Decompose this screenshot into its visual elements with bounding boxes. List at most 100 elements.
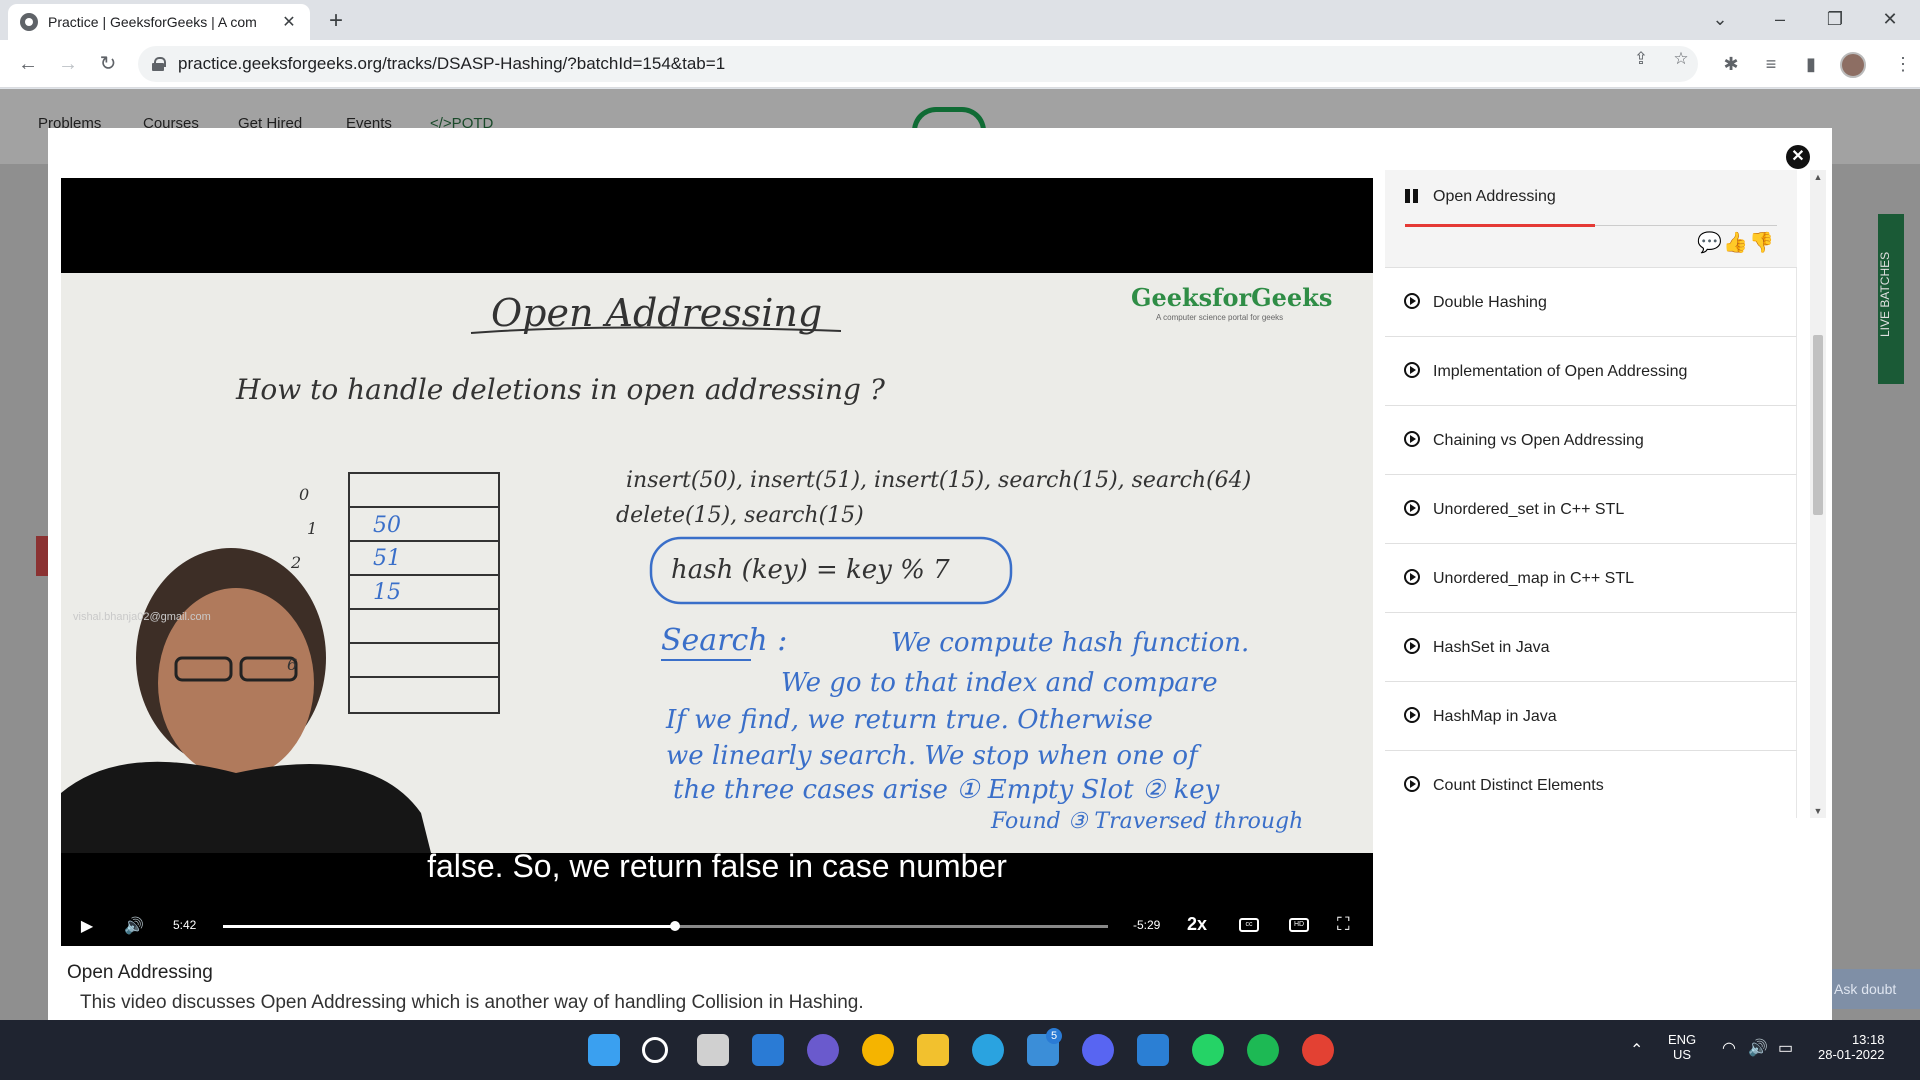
battery-icon[interactable]: ▭ <box>1778 1038 1793 1058</box>
tab-search-icon[interactable]: ⌄ <box>1690 0 1750 40</box>
tab-close-icon[interactable]: ✕ <box>280 12 298 32</box>
forward-icon[interactable]: → <box>54 50 82 78</box>
video-player[interactable]: GeeksforGeeks A computer science portal … <box>61 178 1373 946</box>
weather-icon[interactable] <box>862 1034 894 1066</box>
new-tab-button[interactable]: + <box>320 8 352 36</box>
window-close-icon[interactable]: ✕ <box>1860 0 1920 40</box>
playlist-item[interactable]: Unordered_set in C++ STL <box>1385 475 1797 544</box>
live-batches-tab[interactable]: LIVE BATCHES <box>1878 214 1904 384</box>
share-icon[interactable]: ⇪ <box>1630 48 1652 70</box>
clock[interactable]: 13:18 28-01-2022 <box>1818 1032 1885 1062</box>
back-icon[interactable]: ← <box>14 50 42 78</box>
playlist: Open Addressing 💬 👍 👎 Double Hashing Imp… <box>1385 170 1797 818</box>
bookmark-star-icon[interactable]: ☆ <box>1670 48 1692 70</box>
playlist-item-label: Implementation of Open Addressing <box>1433 363 1688 380</box>
play-circle-icon <box>1404 569 1420 585</box>
tray-overflow-icon[interactable]: ⌃ <box>1630 1040 1643 1060</box>
vscode-icon[interactable] <box>1137 1034 1169 1066</box>
play-circle-icon <box>1404 362 1420 378</box>
playlist-item[interactable]: Double Hashing <box>1385 268 1797 337</box>
address-bar[interactable]: practice.geeksforgeeks.org/tracks/DSASP-… <box>138 46 1698 82</box>
playlist-item[interactable]: Implementation of Open Addressing <box>1385 337 1797 406</box>
whiteboard-frame: GeeksforGeeks A computer science portal … <box>61 273 1373 853</box>
speaker-icon[interactable]: 🔊 <box>1748 1038 1768 1058</box>
board-question: How to handle deletions in open addressi… <box>236 373 885 406</box>
modal-close-icon[interactable]: ✕ <box>1786 145 1810 169</box>
thumbs-down-icon[interactable]: 👎 <box>1749 230 1774 255</box>
table-value: 15 <box>373 580 401 605</box>
file-explorer-icon[interactable] <box>917 1034 949 1066</box>
task-view-icon[interactable] <box>697 1034 729 1066</box>
side-panel-icon[interactable]: ▮ <box>1798 51 1824 77</box>
board-note: We go to that index and compare <box>781 668 1218 698</box>
chrome-menu-icon[interactable]: ⋮ <box>1890 51 1916 77</box>
play-icon[interactable]: ▶ <box>77 916 97 936</box>
search-icon[interactable] <box>642 1037 668 1063</box>
playlist-item-label: Unordered_set in C++ STL <box>1433 501 1625 518</box>
fullscreen-icon[interactable]: ⛶ <box>1337 914 1350 935</box>
scroll-down-icon[interactable]: ▼ <box>1810 806 1826 816</box>
progress-bar[interactable] <box>223 921 1108 931</box>
hd-quality-icon[interactable]: HD <box>1289 918 1309 932</box>
telegram-icon[interactable] <box>972 1034 1004 1066</box>
progress-handle[interactable] <box>670 921 681 931</box>
table-index: 6 <box>287 655 298 674</box>
start-icon[interactable] <box>588 1034 620 1066</box>
board-note: If we find, we return true. Otherwise <box>666 705 1153 735</box>
playlist-item-label: Open Addressing <box>1433 188 1556 205</box>
board-ops-line1: insert(50), insert(51), insert(15), sear… <box>626 468 1252 493</box>
gfg-watermark: GeeksforGeeks <box>1131 283 1333 312</box>
table-index: 0 <box>299 485 310 504</box>
captions-icon[interactable]: cc <box>1239 918 1259 932</box>
language-indicator[interactable]: ENG US <box>1668 1032 1696 1062</box>
play-circle-icon <box>1404 776 1420 792</box>
thumbs-up-icon[interactable]: 👍 <box>1723 230 1748 255</box>
play-circle-icon <box>1404 500 1420 516</box>
lesson-title: Open Addressing <box>67 962 213 983</box>
browser-toolbar: ← → ↻ practice.geeksforgeeks.org/tracks/… <box>0 40 1920 88</box>
ask-doubt-button[interactable]: Ask doubt <box>1830 969 1920 1009</box>
spotify-icon[interactable] <box>1247 1034 1279 1066</box>
play-circle-icon <box>1404 707 1420 723</box>
language-code: ENG <box>1668 1032 1697 1047</box>
minimize-icon[interactable]: – <box>1750 0 1810 40</box>
playlist-item[interactable]: Unordered_map in C++ STL <box>1385 544 1797 613</box>
restore-icon[interactable]: ❐ <box>1805 0 1865 40</box>
whatsapp-icon[interactable] <box>1192 1034 1224 1066</box>
playlist-item-label: Double Hashing <box>1433 294 1547 311</box>
playlist-item-label: Chaining vs Open Addressing <box>1433 432 1644 449</box>
playlist-item-active[interactable]: Open Addressing 💬 👍 👎 <box>1385 170 1797 268</box>
scroll-up-icon[interactable]: ▲ <box>1810 172 1826 182</box>
current-time: 5:42 <box>173 918 197 932</box>
tab-strip: Practice | GeeksforGeeks | A com ✕ + ⌄ –… <box>0 0 1920 40</box>
playlist-scrollbar[interactable]: ▲ ▼ <box>1810 170 1826 818</box>
lesson-progress-track <box>1594 225 1777 226</box>
page-button[interactable] <box>36 536 48 576</box>
playlist-item[interactable]: HashMap in Java <box>1385 682 1797 751</box>
profile-avatar[interactable] <box>1840 52 1866 78</box>
playlist-item[interactable]: Count Distinct Elements <box>1385 751 1797 818</box>
playlist-item-label: Unordered_map in C++ STL <box>1433 570 1634 587</box>
media-queue-icon[interactable]: ≡ <box>1758 51 1784 77</box>
playlist-item[interactable]: HashSet in Java <box>1385 613 1797 682</box>
scrollbar-thumb[interactable] <box>1813 335 1823 515</box>
volume-icon[interactable]: 🔊 <box>123 916 145 936</box>
table-index: 1 <box>307 519 318 538</box>
widgets-icon[interactable] <box>752 1034 784 1066</box>
speed-button[interactable]: 2x <box>1187 914 1207 935</box>
discord-icon[interactable] <box>1082 1034 1114 1066</box>
lock-icon <box>152 57 166 71</box>
url-text: practice.geeksforgeeks.org/tracks/DSASP-… <box>178 54 726 73</box>
playlist-item[interactable]: Chaining vs Open Addressing <box>1385 406 1797 475</box>
table-index: 2 <box>291 553 302 572</box>
comment-icon[interactable]: 💬 <box>1697 230 1722 255</box>
progress-fill <box>223 925 676 928</box>
playlist-item-label: HashMap in Java <box>1433 708 1557 725</box>
extensions-icon[interactable]: ✱ <box>1718 51 1744 77</box>
teams-chat-icon[interactable] <box>807 1034 839 1066</box>
chrome-icon[interactable] <box>1302 1034 1334 1066</box>
tab-title: Practice | GeeksforGeeks | A com <box>48 14 257 30</box>
reload-icon[interactable]: ↻ <box>94 50 122 78</box>
browser-tab[interactable]: Practice | GeeksforGeeks | A com ✕ <box>8 4 310 40</box>
wifi-icon[interactable]: ◠ <box>1722 1038 1736 1058</box>
